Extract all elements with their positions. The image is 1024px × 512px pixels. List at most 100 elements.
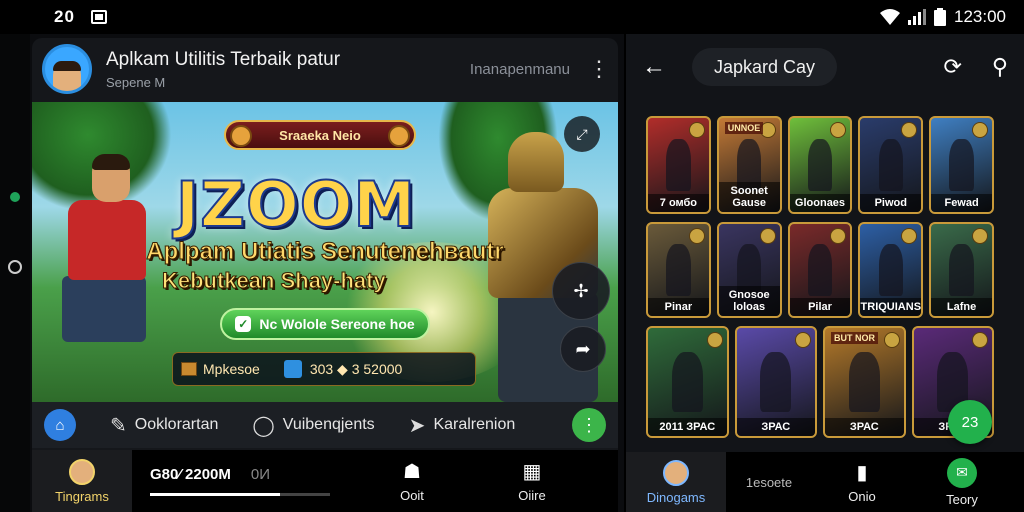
media-progress[interactable] <box>150 493 330 496</box>
game-card[interactable]: Fewad <box>929 116 994 214</box>
card-badge-icon <box>972 332 988 348</box>
game-card[interactable]: 2011 ЗРАС <box>646 326 729 438</box>
banner-tagline: Aplpam Utiatis Senutenehвautr <box>146 238 504 266</box>
card-label: Soonet Gause <box>718 182 780 212</box>
bolt-icon <box>283 360 302 378</box>
nav-label: Onio <box>848 489 876 504</box>
card-character <box>671 351 703 413</box>
media-progress-fill <box>150 493 280 496</box>
check-icon: ✓ <box>235 316 252 332</box>
game-card[interactable]: 7 омбо <box>646 116 711 214</box>
action-item[interactable]: ➤ Karalrenion <box>409 413 516 438</box>
home-icon[interactable]: ⌂ <box>44 409 76 441</box>
action-label: Ooklorartan <box>134 416 219 433</box>
card-label: 2011 ЗРАС <box>648 418 727 436</box>
sync-icon[interactable]: ⟳ <box>943 54 961 80</box>
game-card[interactable]: Lafne <box>929 222 994 318</box>
library-icon: ▮ <box>856 462 868 484</box>
screen-title[interactable]: Japkard Cay <box>692 48 838 86</box>
hero-head <box>92 154 130 202</box>
status-clock: 123:00 <box>954 7 1006 26</box>
action-item[interactable]: ◯ Vuibenqjents <box>252 413 374 438</box>
media-text: G80⁄ 2200M 0И <box>150 466 342 483</box>
active-indicator <box>10 192 20 202</box>
header-text: Aplkam Utilitis Terbaik patur Sepene M <box>106 49 340 90</box>
share-arrow-icon: ➤ <box>408 414 426 437</box>
card-badge-icon <box>795 332 811 348</box>
nav-label: Tingrams <box>55 488 109 504</box>
game-card[interactable]: Piwod <box>858 116 924 214</box>
card-badge-icon <box>830 122 847 138</box>
game-card[interactable]: TRIQUIANS <box>858 222 924 318</box>
nav-label: Dinogams <box>646 489 706 505</box>
gem-icon <box>230 125 252 147</box>
card-character <box>807 244 833 296</box>
nav-middle-text: 1esoete <box>745 474 793 490</box>
action-bar: ⌂ ✎ Ooklorartan ◯ Vuibenqjents ➤ Karalre… <box>32 402 618 448</box>
move-icon[interactable]: ✢ <box>552 262 610 320</box>
avatar[interactable] <box>42 44 92 94</box>
battery-icon <box>934 8 946 26</box>
card-label: Gnosoe loloas <box>718 286 780 316</box>
card-character <box>807 138 833 192</box>
card-row: 2011 ЗРАСЗРАСBUT NORЗРАСЗРАС <box>646 326 994 438</box>
promo-banner[interactable]: Sraaeka Neio ⤢ JZOOM Aplpam Utiatis Senu… <box>32 102 618 402</box>
media-player[interactable]: G80⁄ 2200M 0И <box>132 450 342 512</box>
nav-tab[interactable]: ▮ Onio <box>812 460 912 504</box>
more-vert-icon[interactable]: ⋮ <box>588 56 610 82</box>
action-item[interactable]: ✎ Ooklorartan <box>110 413 218 438</box>
nav-label: Oiire <box>518 488 546 503</box>
game-card[interactable]: ЗРАС <box>734 326 817 438</box>
bottom-nav: Tingrams G80⁄ 2200M 0И ☗ Ooit ▦ Oiire <box>32 450 618 512</box>
game-card[interactable]: Pilar <box>787 222 853 318</box>
action-label: Karalrenion <box>433 416 516 433</box>
share-icon[interactable]: ➦ <box>560 326 606 372</box>
nav-tab[interactable]: Dinogams <box>626 452 726 512</box>
game-card[interactable]: BUT NOR ЗРАС <box>823 326 906 438</box>
app-pane-right: ← Japkard Cay ⟳ ⚲ 7 омбо UNNOЕ Soonet Gaus… <box>626 34 1024 512</box>
card-row: Pinar Gnosoe loloas Pilar TRIQUIANS Lafne <box>646 222 994 318</box>
card-character <box>878 244 903 296</box>
card-badge-icon <box>971 122 988 138</box>
game-card[interactable]: Pinar <box>646 222 711 318</box>
sale-tag: Sraaeka Neio <box>224 120 416 150</box>
status-time: 20 <box>54 7 75 26</box>
fullscreen-icon[interactable]: ⤢ <box>564 116 600 152</box>
card-label: TRIQUIANS <box>860 298 922 316</box>
card-label: Gloonaes <box>789 194 851 212</box>
card-label: Fewad <box>931 194 992 212</box>
card-badge-icon <box>901 122 918 138</box>
game-card[interactable]: UNNOЕ Soonet Gause <box>716 116 782 214</box>
card-character <box>666 138 691 192</box>
side-rail <box>0 34 30 512</box>
game-card[interactable]: Gnosoe loloas <box>716 222 782 318</box>
card-character <box>666 244 691 296</box>
card-label: Pilar <box>789 298 851 316</box>
cta-button[interactable]: ✓ Nc Wolole Sereone hoe <box>220 308 430 340</box>
nav-label: Ooit <box>400 488 424 503</box>
profile-icon <box>663 459 689 486</box>
cta-label: Nc Wolole Sereone hoe <box>259 316 415 332</box>
back-arrow-icon[interactable]: ← <box>642 53 670 81</box>
media-suffix: 0И <box>250 466 271 483</box>
nav-tab[interactable]: ☗ Ooit <box>362 459 462 503</box>
notification-icon <box>90 10 107 24</box>
game-card[interactable]: Gloonaes <box>787 116 853 214</box>
right-header: ← Japkard Cay ⟳ ⚲ <box>626 34 1024 100</box>
search-icon[interactable]: ⚲ <box>992 54 1008 80</box>
nav-tab[interactable]: Tingrams <box>32 450 132 512</box>
card-grid: 7 омбо UNNOЕ Soonet Gause Gloonaes Piwod Fewa… <box>646 116 994 446</box>
card-character <box>949 244 974 296</box>
ring-icon[interactable] <box>8 260 22 274</box>
game-logo: JZOOM <box>175 167 417 242</box>
app-title: Aplkam Utilitis Terbaik patur <box>106 48 341 70</box>
more-vert-icon[interactable]: ⋮ <box>572 408 606 442</box>
header-right-text: Inanapenmanu <box>469 60 570 78</box>
nav-tab[interactable]: ✉ Teory <box>912 457 1012 507</box>
card-character <box>760 351 792 413</box>
card-label: Piwod <box>860 194 922 212</box>
sale-tag-label: Sraaeka Neio <box>279 127 361 143</box>
card-top-label: BUT NOR <box>831 332 878 344</box>
fab-button[interactable]: 23 <box>948 400 992 444</box>
nav-tab[interactable]: ▦ Oiire <box>482 459 582 503</box>
